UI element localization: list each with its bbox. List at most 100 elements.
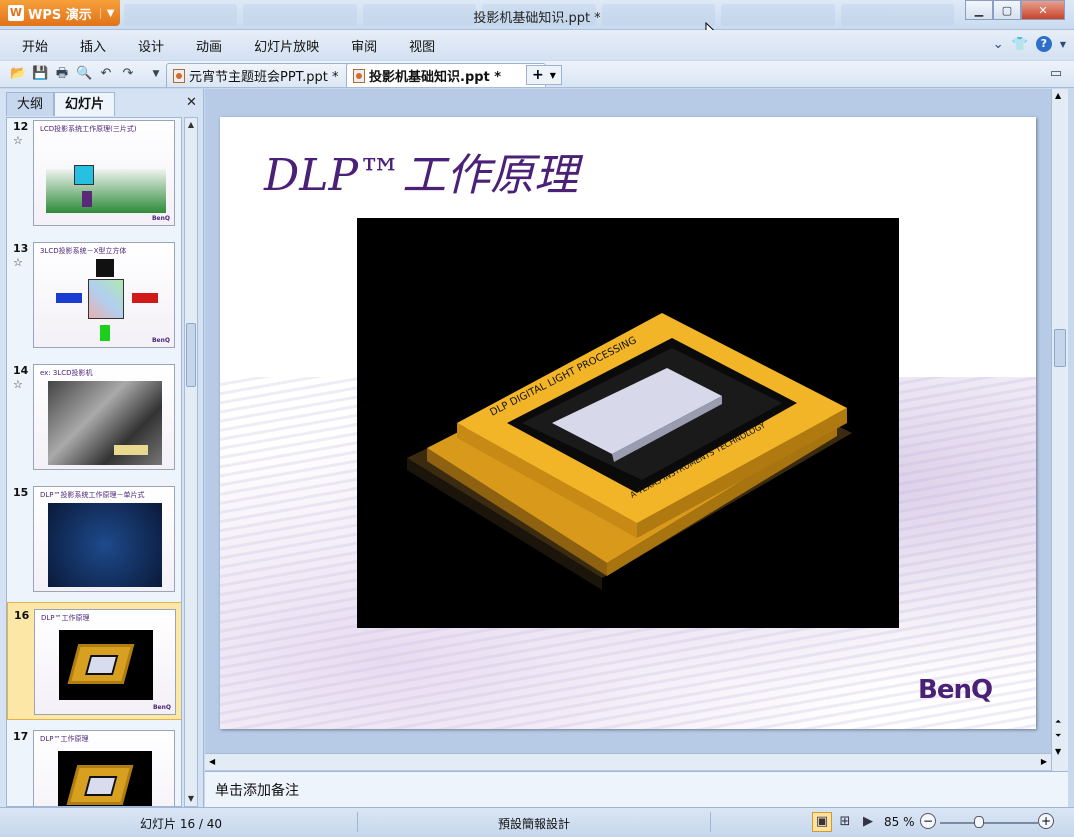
menu-home[interactable]: 开始	[10, 36, 60, 55]
maximize-button[interactable]: ▢	[993, 0, 1021, 20]
window-layout-icon[interactable]: ▭	[1048, 66, 1064, 82]
slide-panel: 大纲 幻灯片 ✕ 12 ☆ LCD投影系统工作原理(三片式) BenQ 13 ☆…	[0, 89, 204, 807]
zoom-level: 85 %	[884, 815, 915, 829]
menu-review[interactable]: 审阅	[339, 36, 389, 55]
wps-app-menu-button[interactable]: W WPS 演示 ▼	[0, 0, 120, 26]
current-slide[interactable]: DLP™工作原理 DLP DIGITAL LIGHT PROCESSING A …	[220, 117, 1036, 729]
customize-toolbar-icon[interactable]: ▼	[148, 66, 164, 82]
doc-tab-projector[interactable]: 投影机基础知识.ppt * ✕	[346, 63, 547, 87]
dlp-chip-image[interactable]: DLP DIGITAL LIGHT PROCESSING A TEXAS INS…	[357, 218, 899, 628]
slide-number: 16	[14, 609, 30, 622]
slide-horizontal-scrollbar[interactable]: ◀ ▶	[205, 753, 1051, 770]
scroll-thumb[interactable]	[1054, 329, 1066, 367]
next-slide-icon[interactable]: ⏷	[1055, 731, 1061, 741]
help-icon[interactable]: ?	[1035, 36, 1052, 52]
notes-pane[interactable]: 单击添加备注	[205, 771, 1068, 807]
doc-tab-label: 元宵节主题班会PPT.ppt *	[189, 70, 339, 85]
animation-star-icon: ☆	[13, 378, 23, 391]
dlp-chip-shape	[66, 765, 134, 805]
slide-sorter-view-icon[interactable]: ⊞	[835, 812, 855, 832]
design-name: 預設簡報設計	[498, 817, 571, 831]
slide-thumbnail-list: 12 ☆ LCD投影系统工作原理(三片式) BenQ 13 ☆ 3LCD投影系统…	[6, 117, 182, 807]
thumbnail-title: LCD投影系统工作原理(三片式)	[40, 125, 137, 133]
ppt-file-icon	[353, 68, 365, 83]
slide-thumbnail-12[interactable]: 12 ☆ LCD投影系统工作原理(三片式) BenQ	[7, 118, 181, 232]
skin-shirt-icon[interactable]: 👕	[1012, 37, 1028, 52]
app-name: WPS 演示	[28, 7, 92, 23]
animation-star-icon: ☆	[13, 256, 23, 269]
menu-design[interactable]: 设计	[126, 36, 176, 55]
minimize-button[interactable]: ▁	[965, 0, 993, 20]
chevron-down-icon[interactable]: ▼	[550, 71, 556, 80]
scroll-thumb[interactable]	[186, 323, 196, 387]
scroll-up-icon[interactable]: ▲	[185, 118, 197, 132]
menu-animation[interactable]: 动画	[184, 36, 234, 55]
slide-thumbnail-17[interactable]: 17 DLP™工作原理	[7, 724, 181, 806]
thumbnail-title: ex: 3LCD投影机	[40, 369, 93, 377]
panel-tabs: 大纲 幻灯片	[6, 92, 116, 116]
dlp-diagram	[48, 503, 162, 587]
menu-view[interactable]: 视图	[397, 36, 447, 55]
slide-vertical-scrollbar[interactable]: ▲ ⏶ ⏷ ▼	[1051, 89, 1068, 771]
benq-mini-logo: BenQ	[152, 704, 171, 711]
new-tab-button[interactable]: + ▼	[526, 65, 562, 85]
slide-thumbnail-14[interactable]: 14 ☆ ex: 3LCD投影机	[7, 358, 181, 476]
doc-tab-yuanxiao[interactable]: 元宵节主题班会PPT.ppt * ✕	[166, 63, 368, 87]
plus-icon: +	[532, 67, 544, 83]
zoom-slider-knob[interactable]	[974, 816, 984, 828]
slide-number: 13	[13, 242, 29, 255]
save-icon[interactable]: 💾	[32, 66, 48, 82]
scroll-left-icon[interactable]: ◀	[209, 757, 215, 766]
title-bar: 投影机基础知识.ppt *	[0, 0, 1074, 30]
zoom-slider-track[interactable]	[940, 822, 1038, 824]
chevron-down-icon: ▼	[99, 7, 114, 19]
status-divider	[710, 812, 711, 832]
thumbnail-title: DLP™工作原理	[41, 614, 90, 622]
ribbon-collapse-chevron-icon[interactable]: ⌄	[993, 37, 1004, 52]
slide-number: 15	[13, 486, 29, 499]
benq-logo: BenQ	[918, 675, 993, 705]
print-icon[interactable]: 🖶	[54, 66, 70, 82]
thumbnail-image: DLP™工作原理	[33, 730, 175, 806]
lens-shape	[82, 191, 92, 207]
print-preview-icon[interactable]: 🔍	[76, 66, 92, 82]
slide-thumbnail-13[interactable]: 13 ☆ 3LCD投影系统－X型立方体 BenQ	[7, 236, 181, 354]
diagram-area	[46, 169, 166, 213]
thumbnail-image: DLP™工作原理 BenQ	[34, 609, 176, 715]
window-controls: ▁ ▢ ✕	[965, 0, 1065, 20]
close-window-button[interactable]: ✕	[1021, 0, 1065, 20]
panel-scrollbar[interactable]: ▲ ▼	[184, 117, 198, 807]
slide-title[interactable]: DLP™工作原理	[264, 139, 578, 203]
animation-star-icon: ☆	[13, 134, 23, 147]
menu-slideshow[interactable]: 幻灯片放映	[242, 36, 331, 55]
slide-thumbnail-16[interactable]: 16 DLP™工作原理 BenQ	[7, 602, 181, 720]
tab-outline[interactable]: 大纲	[6, 92, 55, 116]
dlp-chip-shape	[67, 644, 135, 684]
scroll-down-icon[interactable]: ▼	[185, 792, 197, 806]
scroll-right-icon[interactable]: ▶	[1041, 757, 1047, 766]
doc-tab-label: 投影机基础知识.ppt *	[369, 70, 502, 85]
redo-icon[interactable]: ↷	[120, 66, 136, 82]
slideshow-play-icon[interactable]: ▶	[858, 812, 878, 832]
zoom-in-button[interactable]: +	[1038, 813, 1054, 829]
x-cube-shape	[88, 279, 124, 319]
tab-slides[interactable]: 幻灯片	[54, 92, 116, 116]
normal-view-icon[interactable]: ▣	[812, 812, 832, 832]
close-panel-icon[interactable]: ✕	[186, 95, 197, 110]
previous-slide-icon[interactable]: ⏶	[1055, 717, 1061, 727]
slide-number: 14	[13, 364, 29, 377]
slide-thumbnail-15[interactable]: 15 DLP™投影系统工作原理－单片式	[7, 480, 181, 598]
zoom-out-button[interactable]: −	[920, 813, 936, 829]
thumbnail-title: 3LCD投影系统－X型立方体	[40, 247, 127, 255]
open-folder-icon[interactable]: 📂	[10, 66, 26, 82]
output-arrow-shape	[96, 259, 114, 277]
thumbnail-image: 3LCD投影系统－X型立方体 BenQ	[33, 242, 175, 348]
thumbnail-title: DLP™工作原理	[40, 735, 89, 743]
help-dropdown-icon[interactable]: ▼	[1060, 40, 1066, 49]
undo-icon[interactable]: ↶	[98, 66, 114, 82]
menu-right-tools: ⌄ 👕 ? ▼	[993, 36, 1066, 52]
menu-insert[interactable]: 插入	[68, 36, 118, 55]
scroll-up-icon[interactable]: ▲	[1055, 91, 1061, 100]
thumbnail-title: DLP™投影系统工作原理－单片式	[40, 491, 145, 499]
scroll-down-icon[interactable]: ▼	[1055, 747, 1061, 757]
